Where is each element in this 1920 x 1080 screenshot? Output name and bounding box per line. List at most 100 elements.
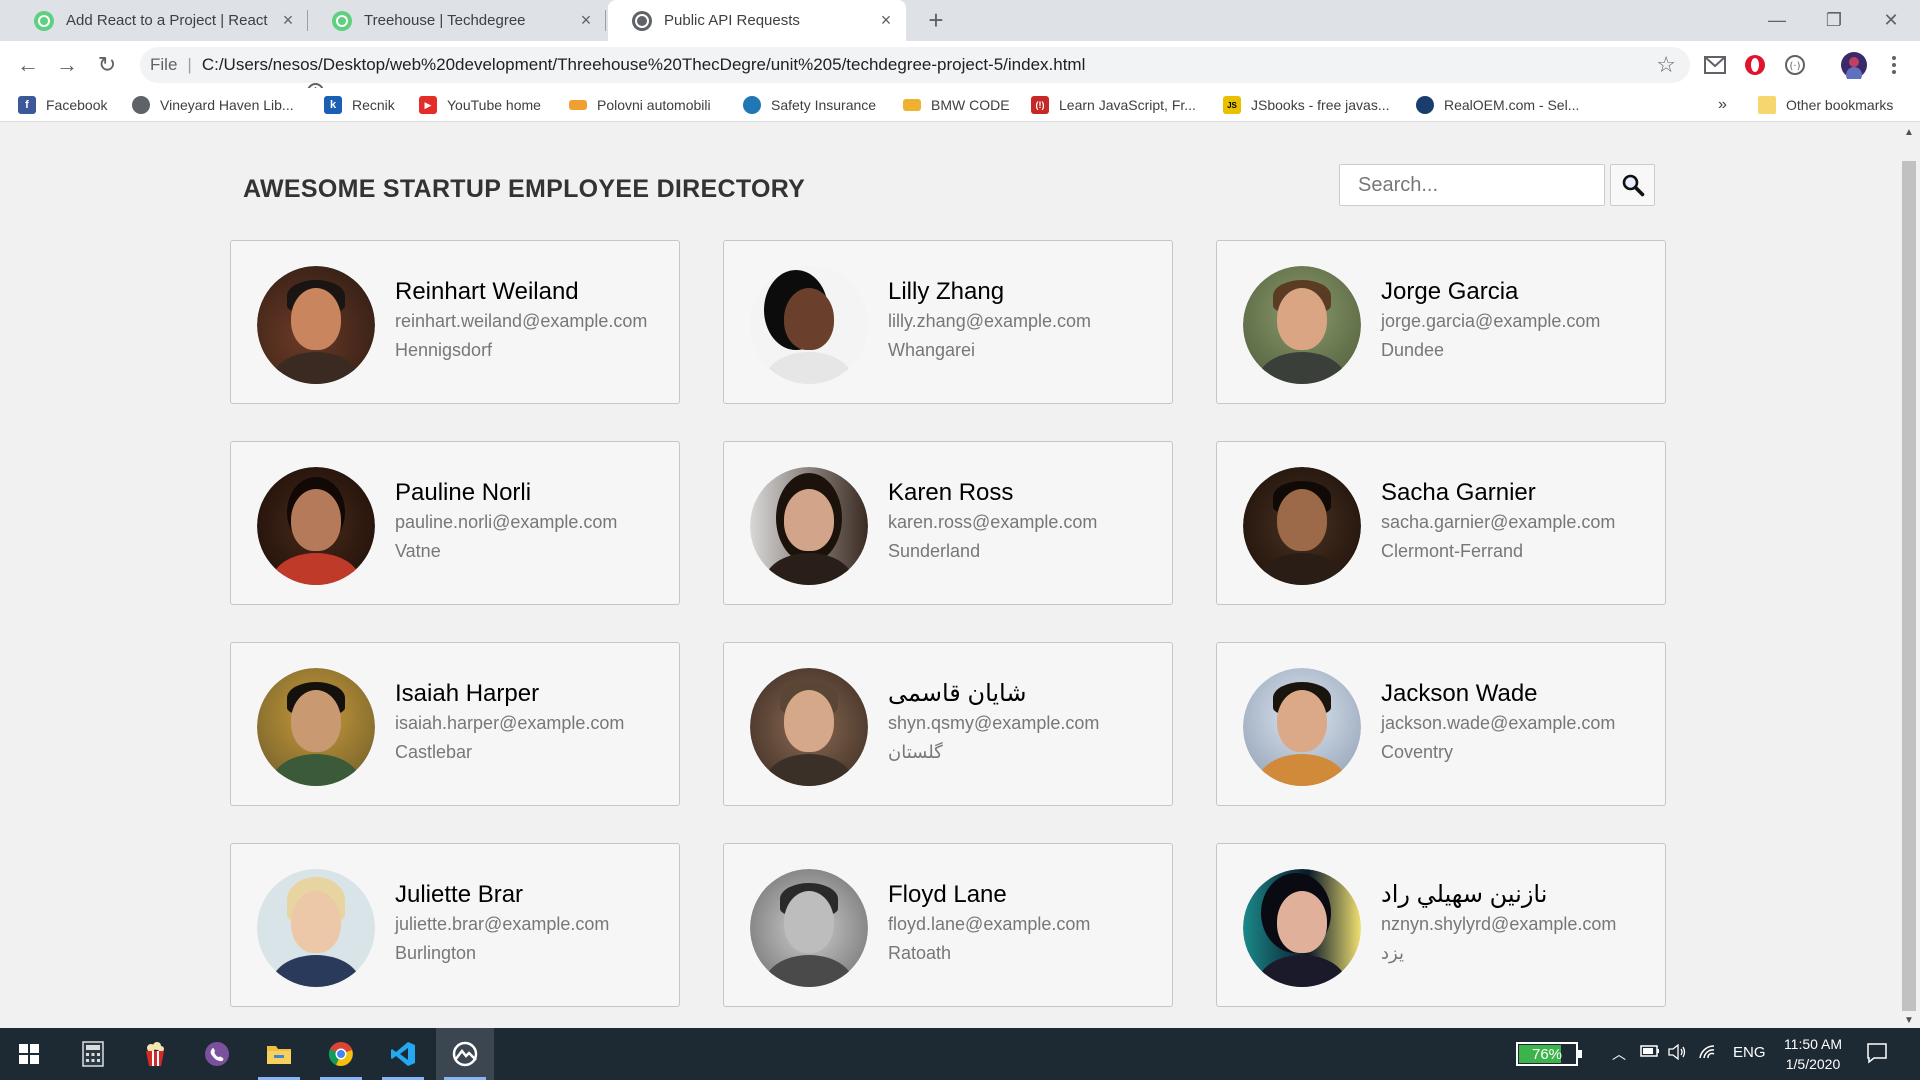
notification-icon[interactable] bbox=[1866, 1042, 1888, 1068]
employee-name: Reinhart Weiland bbox=[395, 278, 579, 305]
forward-button[interactable]: → bbox=[51, 49, 83, 81]
insurance-icon bbox=[743, 96, 761, 114]
gmail-extension-icon[interactable] bbox=[1703, 53, 1727, 77]
new-tab-button[interactable]: + bbox=[922, 5, 950, 35]
employee-card[interactable]: Isaiah Harper isaiah.harper@example.com … bbox=[230, 642, 680, 806]
battery-indicator[interactable]: 76% bbox=[1516, 1042, 1582, 1066]
employee-name: Jackson Wade bbox=[1381, 680, 1538, 707]
bookmark-label: JSbooks - free javas... bbox=[1251, 97, 1390, 113]
back-button[interactable]: ← bbox=[12, 49, 44, 81]
chevron-up-icon[interactable]: ︿ bbox=[1612, 1044, 1626, 1064]
windows-start-icon[interactable] bbox=[0, 1028, 58, 1080]
tab-add-react[interactable]: Add React to a Project | React Ba × bbox=[10, 0, 308, 41]
globe-icon bbox=[632, 10, 652, 31]
employee-email: pauline.norli@example.com bbox=[395, 512, 618, 532]
popcorn-icon[interactable] bbox=[126, 1028, 184, 1080]
restore-button[interactable]: ❐ bbox=[1805, 0, 1863, 41]
file-explorer-icon[interactable] bbox=[250, 1028, 308, 1080]
employee-info: Reinhart Weiland reinhart.weiland@exampl… bbox=[395, 277, 675, 362]
url-separator: | bbox=[187, 55, 192, 74]
clock-date: 1/5/2020 bbox=[1785, 1056, 1841, 1072]
menu-kebab-icon[interactable] bbox=[1882, 53, 1906, 77]
employee-name: نازنین سهيلي راد bbox=[1381, 881, 1548, 908]
bookmark-freecodecamp[interactable]: (!) Learn JavaScript, Fr... bbox=[1031, 94, 1196, 116]
employee-info: Karen Ross karen.ross@example.com Sunder… bbox=[888, 478, 1168, 563]
employee-email: isaiah.harper@example.com bbox=[395, 713, 625, 733]
minimize-button[interactable]: — bbox=[1748, 0, 1806, 41]
tab-public-api-requests[interactable]: Public API Requests × bbox=[608, 0, 906, 41]
bookmark-realoem[interactable]: RealOEM.com - Sel... bbox=[1416, 94, 1579, 116]
language-indicator[interactable]: ENG bbox=[1733, 1044, 1766, 1061]
bookmark-recnik[interactable]: k Recnik bbox=[324, 94, 395, 116]
system-clock[interactable]: 11:50 AM 1/5/2020 bbox=[1768, 1034, 1858, 1074]
bookmark-star-icon[interactable]: ☆ bbox=[1656, 52, 1676, 78]
bookmark-safety-insurance[interactable]: Safety Insurance bbox=[743, 94, 876, 116]
employee-card[interactable]: Reinhart Weiland reinhart.weiland@exampl… bbox=[230, 240, 680, 404]
avatar bbox=[257, 668, 375, 786]
chrome-icon[interactable] bbox=[312, 1028, 370, 1080]
employee-card[interactable]: شایان قاسمی shyn.qsmy@example.com گلستان bbox=[723, 642, 1173, 806]
bookmark-other[interactable]: Other bookmarks bbox=[1758, 94, 1893, 116]
close-icon[interactable]: × bbox=[876, 10, 896, 31]
scrollbar-thumb[interactable] bbox=[1902, 161, 1916, 1011]
employee-card[interactable]: Lilly Zhang lilly.zhang@example.com Whan… bbox=[723, 240, 1173, 404]
profile-avatar[interactable] bbox=[1840, 51, 1868, 79]
viber-icon[interactable] bbox=[188, 1028, 246, 1080]
avatar bbox=[257, 467, 375, 585]
wifi-icon[interactable] bbox=[1698, 1044, 1716, 1064]
employee-info: Lilly Zhang lilly.zhang@example.com Whan… bbox=[888, 277, 1168, 362]
app-icon[interactable] bbox=[436, 1028, 494, 1080]
volume-icon[interactable] bbox=[1668, 1043, 1688, 1064]
close-icon[interactable]: × bbox=[576, 10, 596, 31]
scroll-up-arrow[interactable]: ▲ bbox=[1903, 127, 1915, 138]
extension-circle-icon[interactable]: (·) bbox=[1783, 53, 1807, 77]
employee-card[interactable]: Sacha Garnier sacha.garnier@example.com … bbox=[1216, 441, 1666, 605]
employee-city: گلستان bbox=[888, 742, 943, 762]
bookmark-label: Other bookmarks bbox=[1786, 97, 1894, 113]
bookmark-label: Facebook bbox=[46, 97, 108, 113]
close-icon[interactable]: × bbox=[278, 10, 298, 31]
employee-card[interactable]: Juliette Brar juliette.brar@example.com … bbox=[230, 843, 680, 1007]
employee-card[interactable]: Floyd Lane floyd.lane@example.com Ratoat… bbox=[723, 843, 1173, 1007]
avatar bbox=[257, 869, 375, 987]
bookmark-polovni[interactable]: Polovni automobili bbox=[569, 94, 711, 116]
car-icon bbox=[569, 100, 587, 110]
bookmark-youtube[interactable]: ▶ YouTube home bbox=[419, 94, 541, 116]
avatar bbox=[257, 266, 375, 384]
calculator-icon[interactable] bbox=[64, 1028, 122, 1080]
battery-icon[interactable] bbox=[1640, 1044, 1660, 1062]
employee-card[interactable]: نازنین سهيلي راد nznyn.shylyrd@example.c… bbox=[1216, 843, 1666, 1007]
search-button[interactable] bbox=[1610, 164, 1655, 206]
employee-card[interactable]: Karen Ross karen.ross@example.com Sunder… bbox=[723, 441, 1173, 605]
employee-card[interactable]: Jorge Garcia jorge.garcia@example.com Du… bbox=[1216, 240, 1666, 404]
avatar bbox=[1243, 869, 1361, 987]
avatar bbox=[750, 869, 868, 987]
employee-city: Burlington bbox=[395, 943, 477, 963]
bookmarks-overflow-button[interactable]: » bbox=[1718, 94, 1727, 116]
employee-card[interactable]: Jackson Wade jackson.wade@example.com Co… bbox=[1216, 642, 1666, 806]
url-text[interactable]: C:/Users/nesos/Desktop/web%20development… bbox=[202, 55, 1086, 75]
page-title: AWESOME STARTUP EMPLOYEE DIRECTORY bbox=[243, 175, 806, 203]
bookmark-bmw-code[interactable]: BMW CODE bbox=[903, 94, 1010, 116]
employee-card[interactable]: Pauline Norli pauline.norli@example.com … bbox=[230, 441, 680, 605]
address-bar[interactable]: i File | C:/Users/nesos/Desktop/web%20de… bbox=[140, 47, 1690, 100]
vscode-icon[interactable] bbox=[374, 1028, 432, 1080]
bookmark-label: RealOEM.com - Sel... bbox=[1444, 97, 1580, 113]
search-input[interactable] bbox=[1339, 164, 1605, 206]
employee-info: Jackson Wade jackson.wade@example.com Co… bbox=[1381, 679, 1661, 764]
bookmark-label: BMW CODE bbox=[931, 97, 1010, 113]
employee-name: Floyd Lane bbox=[888, 881, 1007, 908]
treehouse-icon bbox=[332, 10, 352, 31]
bookmark-facebook[interactable]: f Facebook bbox=[18, 94, 107, 116]
window-close-button[interactable]: ✕ bbox=[1862, 0, 1920, 41]
employee-email: nznyn.shylyrd@example.com bbox=[1381, 914, 1617, 934]
scroll-down-arrow[interactable]: ▼ bbox=[1903, 1015, 1915, 1026]
reload-button[interactable]: ↻ bbox=[91, 49, 123, 81]
bookmark-vineyard-haven[interactable]: Vineyard Haven Lib... bbox=[132, 94, 294, 116]
tab-treehouse-techdegree[interactable]: Treehouse | Techdegree × bbox=[308, 0, 606, 41]
battery-percent: 76% bbox=[1531, 1045, 1563, 1063]
page-scrollbar[interactable]: ▲ ▼ bbox=[1898, 123, 1920, 1028]
opera-extension-icon[interactable] bbox=[1743, 53, 1767, 77]
bookmark-jsbooks[interactable]: JS JSbooks - free javas... bbox=[1223, 94, 1390, 116]
avatar bbox=[750, 266, 868, 384]
